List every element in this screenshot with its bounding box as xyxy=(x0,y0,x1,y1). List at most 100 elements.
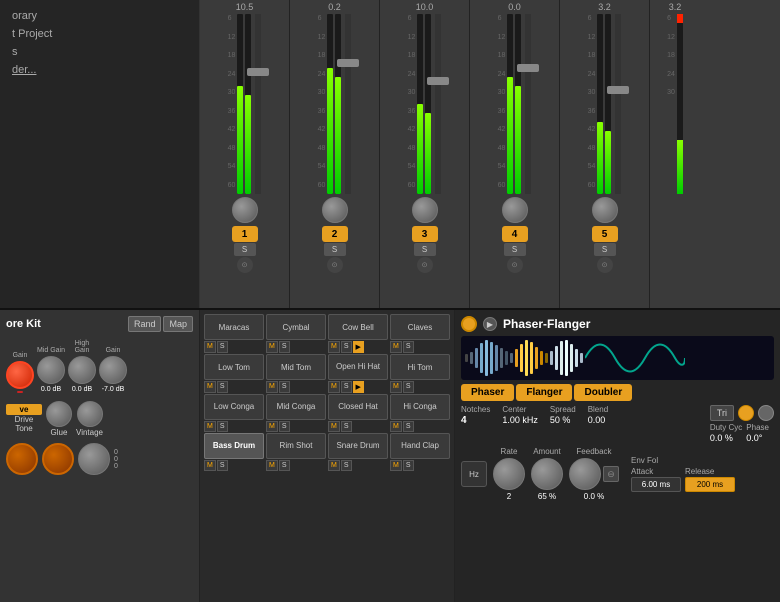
channel-4-number[interactable]: 4 xyxy=(502,226,528,242)
hitom-m[interactable]: M xyxy=(390,381,402,393)
claves-s[interactable]: S xyxy=(403,341,414,353)
lowconga-s[interactable]: S xyxy=(217,421,228,432)
rimshot-m[interactable]: M xyxy=(266,460,278,471)
midconga-s[interactable]: S xyxy=(279,421,290,432)
rimshot-s[interactable]: S xyxy=(279,460,290,471)
channel-2-target[interactable]: ⊙ xyxy=(327,257,343,273)
channel-2-solo[interactable]: S xyxy=(324,243,346,256)
pad-snare-drum[interactable]: Snare Drum xyxy=(328,433,388,459)
hiconga-m[interactable]: M xyxy=(390,421,402,432)
tab-flanger[interactable]: Flanger xyxy=(516,384,572,401)
pad-cymbal[interactable]: Cymbal xyxy=(266,314,326,340)
midtom-m[interactable]: M xyxy=(266,381,278,393)
channel-1-knob[interactable] xyxy=(232,197,258,223)
phase-knob-icon[interactable] xyxy=(738,405,754,421)
channel-3-knob[interactable] xyxy=(412,197,438,223)
pad-hi-tom[interactable]: Hi Tom xyxy=(390,354,450,380)
cowbell-m[interactable]: M xyxy=(328,341,340,353)
fader-strip-1[interactable] xyxy=(255,14,261,194)
hz-button[interactable]: Hz xyxy=(461,461,487,487)
pad-low-conga[interactable]: Low Conga xyxy=(204,394,264,420)
openhat-play[interactable]: ▶ xyxy=(353,381,364,393)
channel-4-solo[interactable]: S xyxy=(504,243,526,256)
rate-knob[interactable] xyxy=(493,458,525,490)
closedhat-m[interactable]: M xyxy=(328,421,340,432)
pad-hand-clap[interactable]: Hand Clap xyxy=(390,433,450,459)
pad-mid-conga[interactable]: Mid Conga xyxy=(266,394,326,420)
feedback-knob[interactable] xyxy=(569,458,601,490)
feedback-invert[interactable]: ⊖ xyxy=(603,466,619,482)
channel-4-target[interactable]: ⊙ xyxy=(507,257,523,273)
claves-m[interactable]: M xyxy=(390,341,402,353)
pad-hi-conga[interactable]: Hi Conga xyxy=(390,394,450,420)
pad-mid-tom[interactable]: Mid Tom xyxy=(266,354,326,380)
sidebar-item-s[interactable]: s xyxy=(8,44,191,60)
pad-bass-drum[interactable]: Bass Drum xyxy=(204,433,264,459)
channel-3-number[interactable]: 3 xyxy=(412,226,438,242)
pad-rim-shot[interactable]: Rim Shot xyxy=(266,433,326,459)
cowbell-play[interactable]: ▶ xyxy=(353,341,364,353)
channel-3-target[interactable]: ⊙ xyxy=(417,257,433,273)
channel-2-number[interactable]: 2 xyxy=(322,226,348,242)
openhat-m[interactable]: M xyxy=(328,381,340,393)
channel-1-solo[interactable]: S xyxy=(234,243,256,256)
fx-power-button[interactable] xyxy=(461,316,477,332)
hiconga-s[interactable]: S xyxy=(403,421,414,432)
channel-5-solo[interactable]: S xyxy=(594,243,616,256)
effect-glue[interactable]: Glue xyxy=(46,401,72,437)
effect-drive[interactable]: ve DriveTone xyxy=(6,404,42,434)
fader-strip-4[interactable] xyxy=(525,14,531,194)
knob-orange-2[interactable] xyxy=(42,443,74,475)
channel-3-solo[interactable]: S xyxy=(414,243,436,256)
channel-5-target[interactable]: ⊙ xyxy=(597,257,613,273)
bassdrum-s[interactable]: S xyxy=(217,460,228,471)
amount-knob[interactable] xyxy=(531,458,563,490)
maracas-m[interactable]: M xyxy=(204,341,216,353)
lowtom-s[interactable]: S xyxy=(217,381,228,393)
pad-claves[interactable]: Claves xyxy=(390,314,450,340)
closedhat-s[interactable]: S xyxy=(341,421,352,432)
release-value-box[interactable]: 200 ms xyxy=(685,477,735,492)
maracas-s[interactable]: S xyxy=(217,341,228,353)
pad-cow-bell[interactable]: Cow Bell xyxy=(328,314,388,340)
channel-5-number[interactable]: 5 xyxy=(592,226,618,242)
channel-4-knob[interactable] xyxy=(502,197,528,223)
fader-strip-5[interactable] xyxy=(615,14,621,194)
gain-knob-4[interactable] xyxy=(99,356,127,384)
fx-play-button[interactable]: ▶ xyxy=(483,317,497,331)
midtom-s[interactable]: S xyxy=(279,381,290,393)
sidebar-item-project[interactable]: t Project xyxy=(8,26,191,42)
channel-1-target[interactable]: ⊙ xyxy=(237,257,253,273)
sidebar-item-der[interactable]: der... xyxy=(8,62,191,78)
bassdrum-m[interactable]: M xyxy=(204,460,216,471)
knob-plain-1[interactable] xyxy=(78,443,110,475)
gain-knob-2[interactable] xyxy=(37,356,65,384)
gain-knob-1[interactable] xyxy=(6,361,34,389)
effect-vintage[interactable]: Vintage xyxy=(76,401,103,437)
cymbal-m[interactable]: M xyxy=(266,341,278,353)
rand-button[interactable]: Rand xyxy=(128,316,162,332)
channel-1-number[interactable]: 1 xyxy=(232,226,258,242)
sidebar-item-orary[interactable]: orary xyxy=(8,8,191,24)
cymbal-s[interactable]: S xyxy=(279,341,290,353)
waveform-selector[interactable]: Tri xyxy=(710,405,734,421)
snare-s[interactable]: S xyxy=(341,460,352,471)
fader-strip-3[interactable] xyxy=(435,14,441,194)
channel-5-knob[interactable] xyxy=(592,197,618,223)
snare-m[interactable]: M xyxy=(328,460,340,471)
lowconga-m[interactable]: M xyxy=(204,421,216,432)
pad-maracas[interactable]: Maracas xyxy=(204,314,264,340)
handclap-s[interactable]: S xyxy=(403,460,414,471)
map-button[interactable]: Map xyxy=(163,316,193,332)
midconga-m[interactable]: M xyxy=(266,421,278,432)
attack-value-box[interactable]: 6.00 ms xyxy=(631,477,681,492)
pad-open-hi-hat[interactable]: Open Hi Hat xyxy=(328,354,388,380)
gain-knob-3[interactable] xyxy=(68,356,96,384)
lowtom-m[interactable]: M xyxy=(204,381,216,393)
channel-2-knob[interactable] xyxy=(322,197,348,223)
pad-low-tom[interactable]: Low Tom xyxy=(204,354,264,380)
hitom-s[interactable]: S xyxy=(403,381,414,393)
fader-strip-2[interactable] xyxy=(345,14,351,194)
cowbell-s[interactable]: S xyxy=(341,341,352,353)
openhat-s[interactable]: S xyxy=(341,381,352,393)
